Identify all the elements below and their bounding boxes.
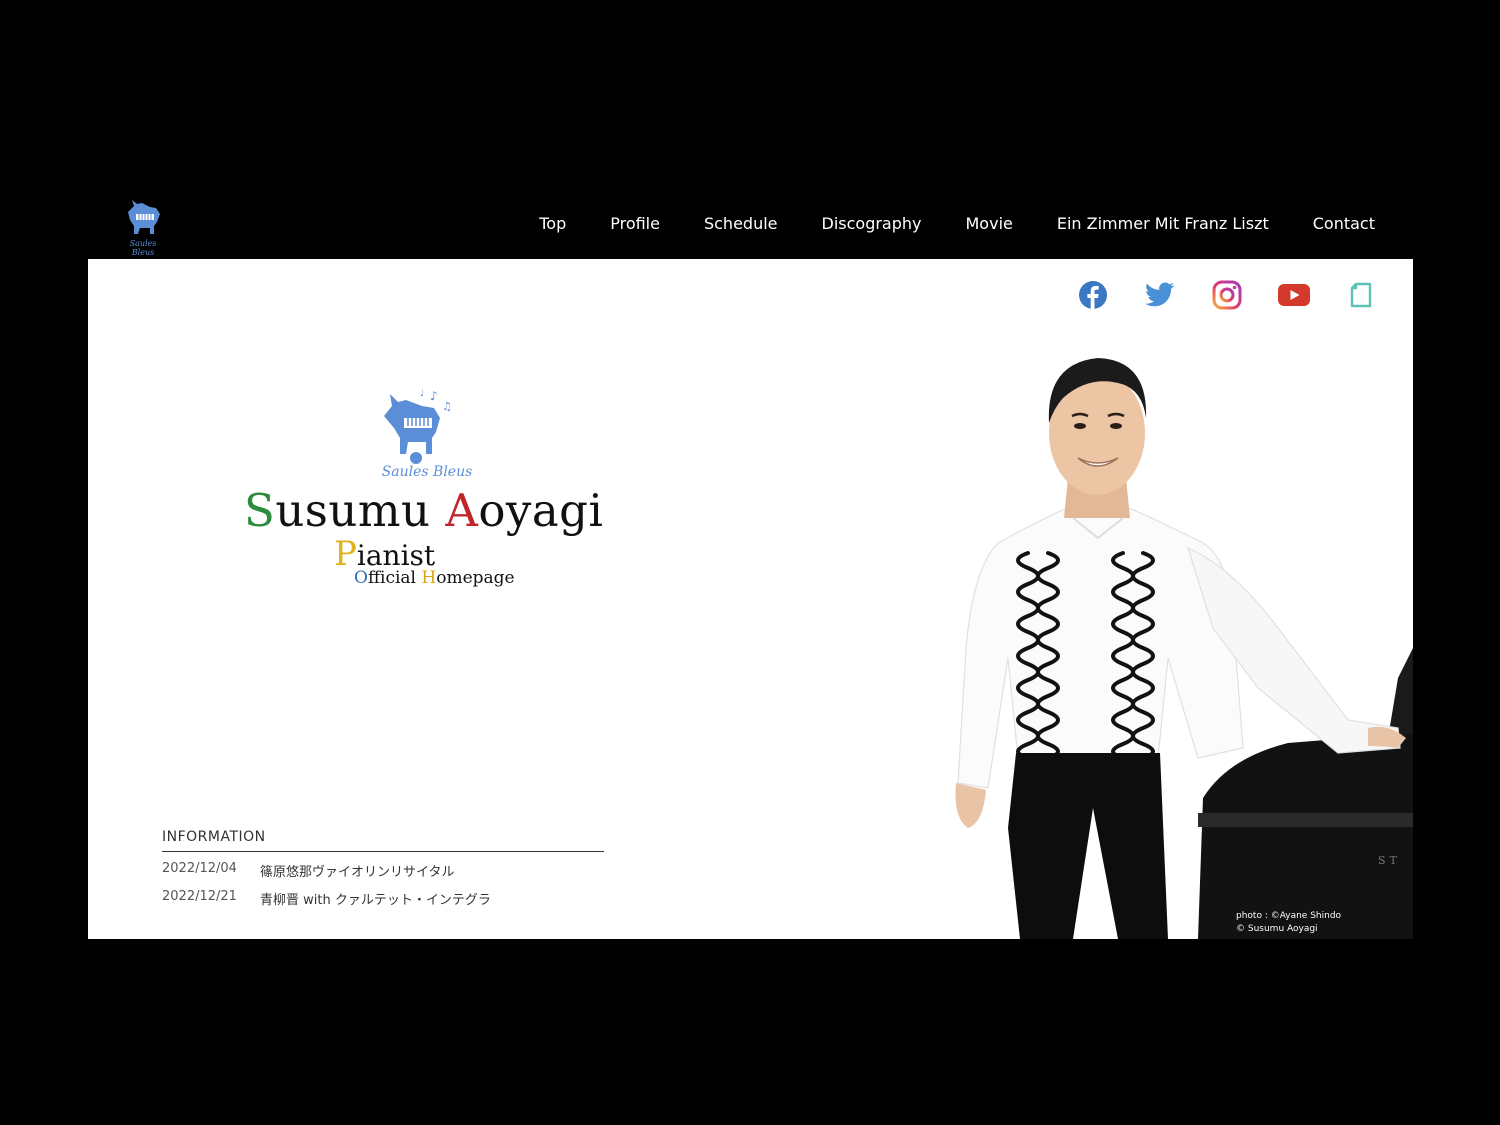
information-panel: INFORMATION 2022/12/04 篠原悠那ヴァイオリンリサイタル 2… [162, 829, 604, 908]
instagram-link[interactable] [1211, 279, 1243, 311]
photo-credit-line: photo : ©Ayane Shindo [1236, 911, 1342, 921]
main-menu: Top Profile Schedule Discography Movie E… [495, 188, 1375, 259]
facebook-link[interactable] [1077, 279, 1109, 311]
instagram-icon [1212, 280, 1242, 310]
nav-contact[interactable]: Contact [1313, 214, 1375, 233]
note-icon [1350, 282, 1372, 308]
site-frame: Saules Bleus Top Profile Schedule Discog… [88, 188, 1413, 939]
home-rest: omepage [436, 568, 515, 588]
nav-discography[interactable]: Discography [822, 214, 922, 233]
svg-text:♪: ♪ [430, 389, 438, 403]
name-initial-s: S [244, 484, 276, 537]
svg-text:ST: ST [1378, 854, 1401, 867]
youtube-link[interactable] [1278, 279, 1310, 311]
name-first-rest: usumu [275, 484, 446, 537]
goat-emblem-icon: ♪ ♫ ♩ [380, 388, 460, 468]
nav-movie[interactable]: Movie [966, 214, 1013, 233]
twitter-link[interactable] [1144, 279, 1176, 311]
top-navigation: Saules Bleus Top Profile Schedule Discog… [88, 188, 1413, 259]
svg-text:♫: ♫ [442, 400, 452, 413]
information-date: 2022/12/04 [162, 861, 237, 876]
twitter-icon [1145, 282, 1174, 307]
information-text[interactable]: 青柳晋 with クァルテット・インテグラ [260, 889, 491, 908]
svg-text:♩: ♩ [420, 389, 424, 399]
social-links [1042, 279, 1377, 311]
nav-ein-zimmer[interactable]: Ein Zimmer Mit Franz Liszt [1057, 214, 1269, 233]
name-last-rest: oyagi [478, 484, 604, 537]
information-date: 2022/12/21 [162, 889, 237, 904]
official-initial: O [354, 568, 368, 588]
home-initial: H [421, 568, 437, 588]
artist-name: Susumu Aoyagi [244, 484, 603, 537]
photo-credit: photo : ©Ayane Shindo © Susumu Aoyagi [1236, 910, 1341, 936]
official-homepage-text: Official Homepage [354, 568, 515, 588]
pianist-photo: ST [928, 328, 1413, 939]
nav-profile[interactable]: Profile [610, 214, 660, 233]
site-logo[interactable]: Saules Bleus [120, 198, 166, 257]
official-rest: fficial [367, 568, 422, 588]
note-link[interactable] [1345, 279, 1377, 311]
logo-text: Saules Bleus [129, 239, 157, 257]
saules-bleus-text: Saules Bleus [381, 464, 473, 480]
copyright-line: © Susumu Aoyagi [1236, 924, 1318, 934]
site-brand: ♪ ♫ ♩ Saules Bleus Susumu Aoyagi Pianist… [242, 388, 612, 598]
information-title: INFORMATION [162, 829, 604, 852]
goat-logo-icon [128, 200, 160, 234]
youtube-icon [1278, 284, 1310, 306]
information-item[interactable]: 2022/12/21 青柳晋 with クァルテット・インテグラ [162, 889, 604, 908]
nav-top[interactable]: Top [539, 214, 566, 233]
nav-schedule[interactable]: Schedule [704, 214, 778, 233]
information-item[interactable]: 2022/12/04 篠原悠那ヴァイオリンリサイタル [162, 861, 604, 880]
name-initial-a: A [445, 484, 479, 537]
information-text[interactable]: 篠原悠那ヴァイオリンリサイタル [260, 861, 454, 880]
facebook-icon [1079, 281, 1107, 309]
